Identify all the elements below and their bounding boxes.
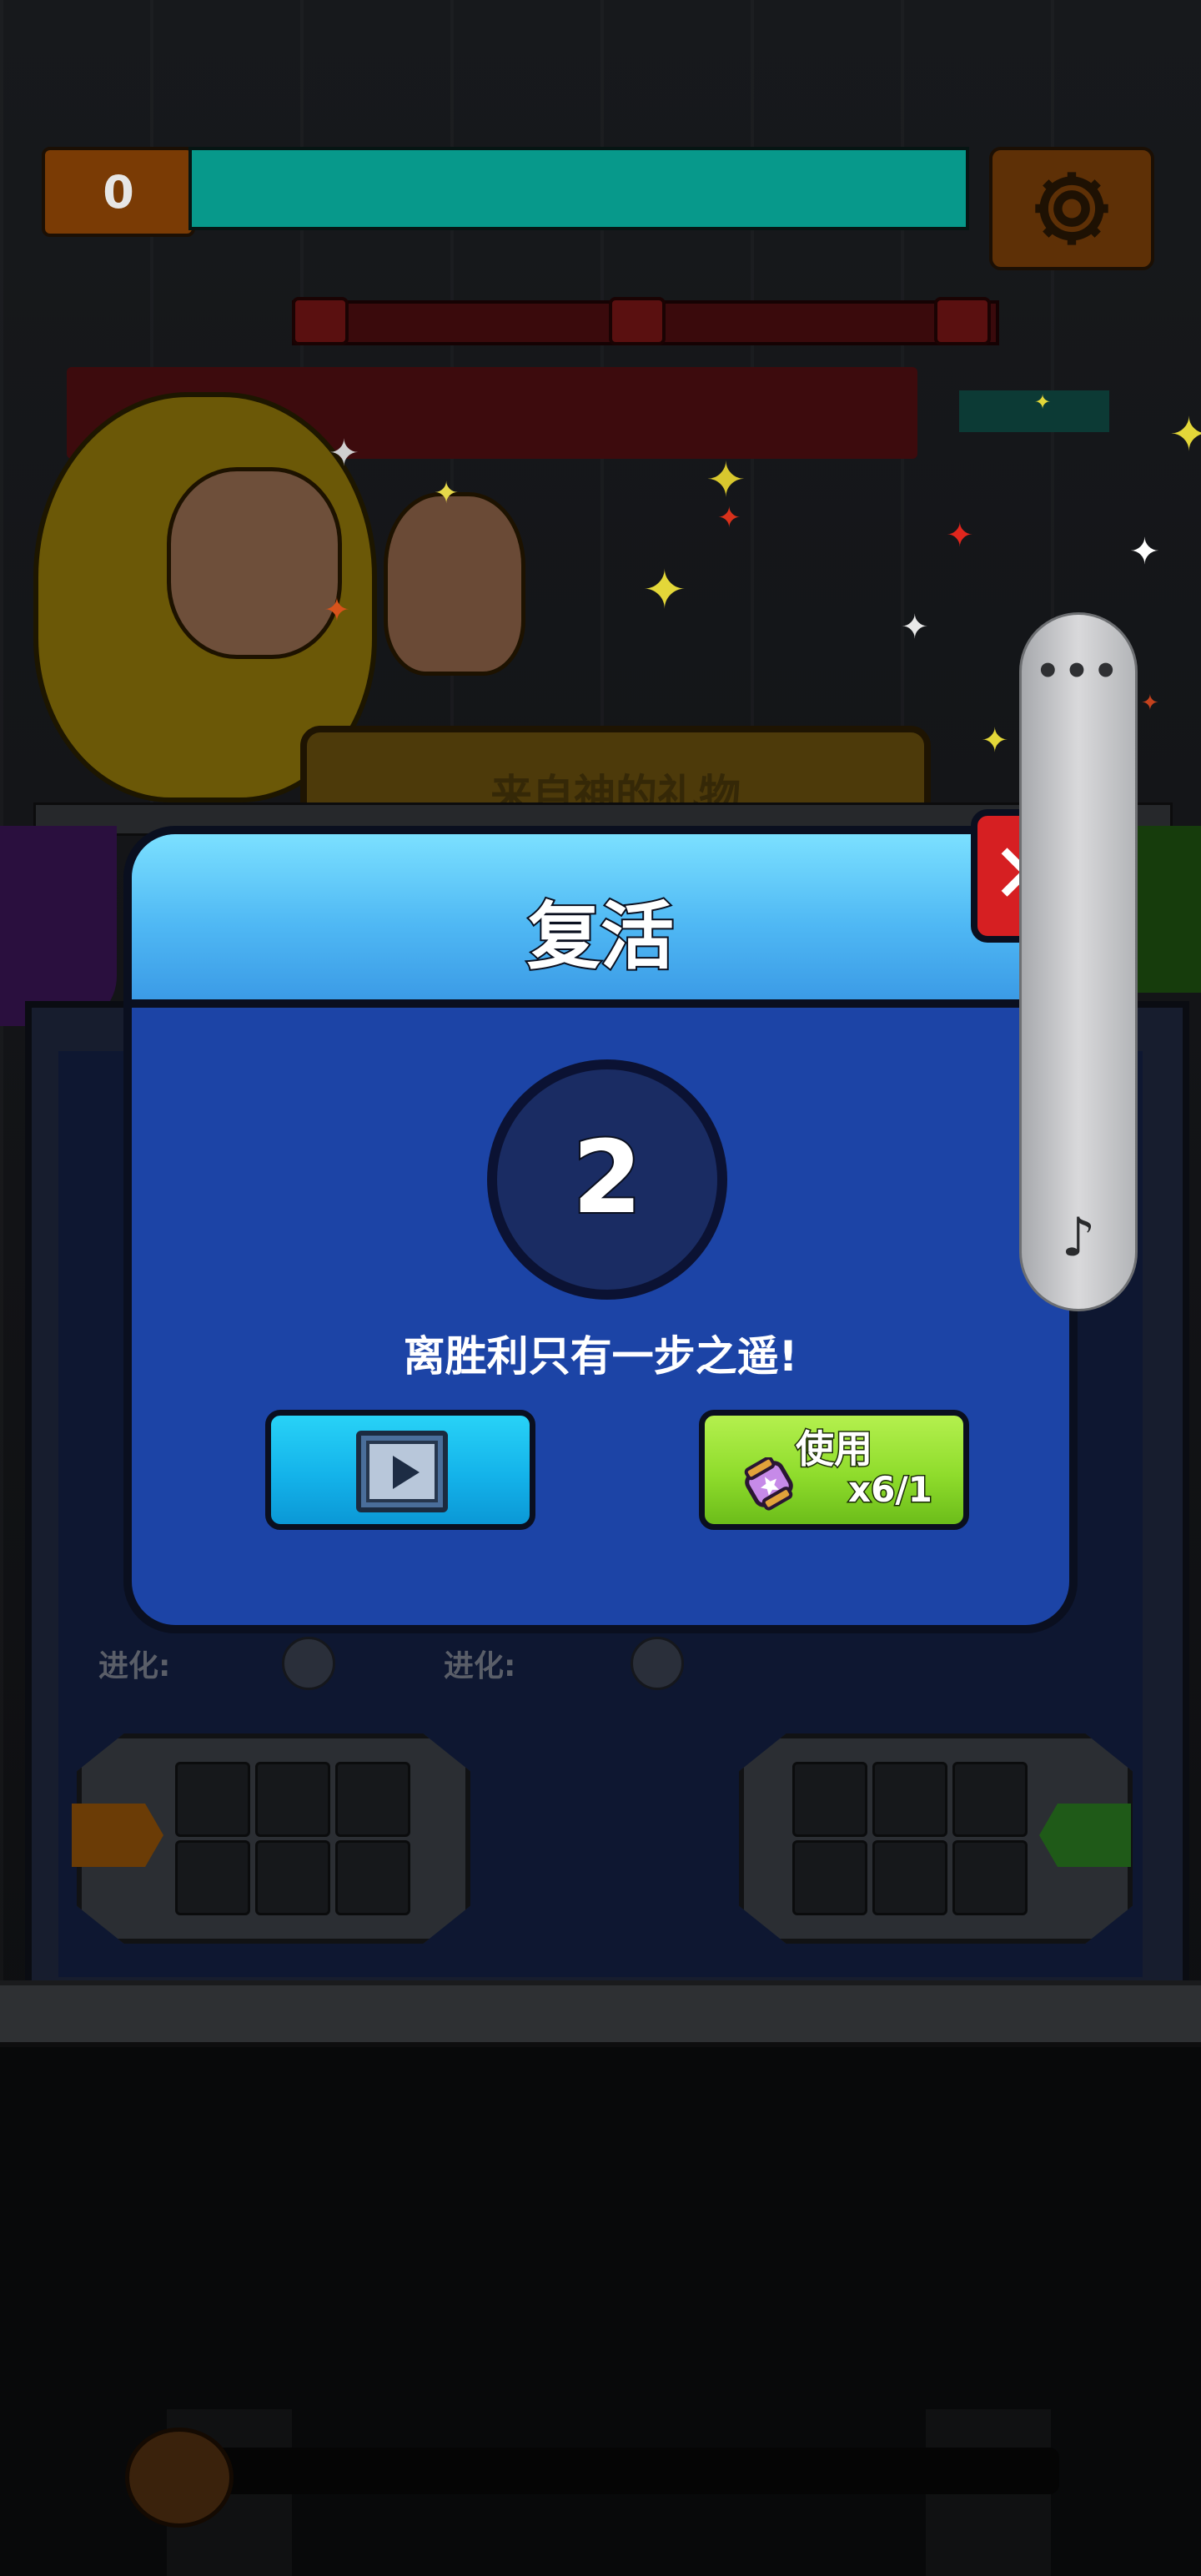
enemy-marker: [292, 297, 349, 345]
sparkle-icon: ✦: [642, 560, 687, 621]
sparkle-icon: ✦: [1169, 408, 1201, 462]
gear-slot[interactable]: [792, 1762, 867, 1837]
revive-dialog-title: 复活: [525, 892, 676, 981]
gear-slot[interactable]: [872, 1840, 947, 1915]
play-icon: [356, 1431, 448, 1512]
sparkle-icon: ✦: [1034, 390, 1052, 414]
floating-side-panel[interactable]: ••• ♪: [1019, 612, 1138, 1311]
god-character-face: [167, 467, 342, 659]
more-dots-icon[interactable]: •••: [1022, 648, 1135, 695]
sparkle-icon: ✦: [706, 451, 746, 508]
weapon-slot[interactable]: [255, 1762, 330, 1837]
health-bar-fill: [192, 150, 966, 227]
gear-icon: [1035, 172, 1108, 245]
enemy-marker: [609, 297, 666, 345]
sparkle-icon: ✦: [324, 591, 350, 628]
sparkle-icon: ✦: [717, 501, 741, 535]
enemy-marker: [934, 297, 991, 345]
god-character-hand: [384, 492, 525, 676]
evolution-item-icon: [282, 1637, 335, 1690]
revive-countdown: 2: [487, 1059, 727, 1300]
ground-bar: [0, 1980, 1201, 2047]
sparkle-icon: ✦: [1141, 691, 1159, 716]
sparkle-icon: ✦: [946, 516, 974, 555]
settings-button[interactable]: [989, 147, 1154, 270]
sparkle-icon: ✦: [434, 476, 460, 511]
health-bar: [188, 147, 969, 230]
weapon-slot[interactable]: [335, 1840, 410, 1915]
gear-slot[interactable]: [792, 1840, 867, 1915]
use-revive-item-button[interactable]: 使用 x6/1: [699, 1410, 969, 1530]
music-note-icon[interactable]: ♪: [1022, 1207, 1135, 1269]
gear-slot[interactable]: [872, 1762, 947, 1837]
score-counter: 0: [42, 147, 195, 237]
sparkle-icon: ✦: [901, 608, 929, 647]
evolution-label: 进化:: [98, 1649, 171, 1683]
revive-dialog: 复活 2 离胜利只有一步之遥! 使用 x6/1 ✕: [123, 809, 1078, 1633]
evolution-label: 进化:: [444, 1649, 516, 1683]
revive-item-count: x6/1: [847, 1468, 934, 1512]
weapon-slot[interactable]: [255, 1840, 330, 1915]
weapon-slot[interactable]: [175, 1762, 250, 1837]
player-track: [192, 2448, 1059, 2494]
revive-message: 离胜利只有一步之遥!: [403, 1332, 798, 1381]
gear-slot[interactable]: [952, 1840, 1028, 1915]
gear-slot[interactable]: [952, 1762, 1028, 1837]
weapon-tab-icon[interactable]: [72, 1804, 163, 1867]
scene-decoration: [0, 826, 117, 1026]
player-avatar: [125, 2428, 234, 2528]
gear-tab-icon[interactable]: [1039, 1804, 1131, 1867]
evolution-item-icon: [631, 1637, 684, 1690]
watch-video-revive-button[interactable]: [265, 1410, 535, 1530]
sparkle-icon: ✦: [329, 432, 359, 475]
weapon-slot[interactable]: [175, 1840, 250, 1915]
sparkle-icon: ✦: [1129, 531, 1160, 573]
revive-potion-icon: [744, 1457, 793, 1511]
sparkle-icon: ✦: [981, 722, 1009, 760]
revive-dialog-body: 复活 2 离胜利只有一步之遥! 使用 x6/1: [123, 826, 1078, 1633]
weapon-slot[interactable]: [335, 1762, 410, 1837]
